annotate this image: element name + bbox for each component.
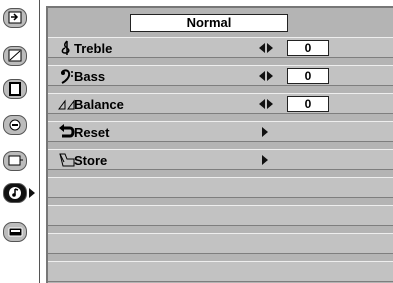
mode-display[interactable]: Normal	[130, 14, 288, 32]
empty-row	[48, 177, 393, 198]
reset-row[interactable]: Reset	[48, 121, 393, 142]
treble-row[interactable]: Treble 0	[48, 37, 393, 58]
bass-row[interactable]: Bass 0	[48, 65, 393, 86]
input-icon[interactable]	[3, 8, 27, 28]
store-row[interactable]: Store	[48, 149, 393, 170]
sidebar	[0, 0, 38, 283]
empty-row	[48, 233, 393, 254]
screen-icon[interactable]	[3, 79, 27, 99]
bass-label: Bass	[74, 69, 106, 84]
sound-menu-panel: Normal Treble 0 Bass 0 Balance 0 Reset S…	[46, 6, 393, 283]
balance-value: 0	[287, 96, 329, 112]
store-label: Store	[74, 153, 108, 168]
selected-pointer-icon	[29, 188, 35, 198]
adjust-arrows-icon[interactable]	[259, 71, 273, 81]
reset-label: Reset	[74, 125, 110, 140]
empty-row	[48, 261, 393, 282]
image-adjust-icon[interactable]	[3, 46, 27, 66]
sidebar-divider	[39, 0, 40, 283]
submenu-arrow-icon[interactable]	[262, 127, 268, 137]
adjust-arrows-icon[interactable]	[259, 43, 273, 53]
sound-icon[interactable]	[3, 183, 27, 203]
balance-label: Balance	[74, 97, 124, 112]
projector-icon[interactable]	[3, 222, 27, 242]
treble-value: 0	[287, 40, 329, 56]
bass-value: 0	[287, 68, 329, 84]
treble-label: Treble	[74, 41, 113, 56]
empty-row	[48, 205, 393, 226]
balance-row[interactable]: Balance 0	[48, 93, 393, 114]
submenu-arrow-icon[interactable]	[262, 155, 268, 165]
adjust-arrows-icon[interactable]	[259, 99, 273, 109]
pc-adjust-icon[interactable]	[3, 151, 27, 171]
setting-icon[interactable]	[3, 115, 27, 135]
